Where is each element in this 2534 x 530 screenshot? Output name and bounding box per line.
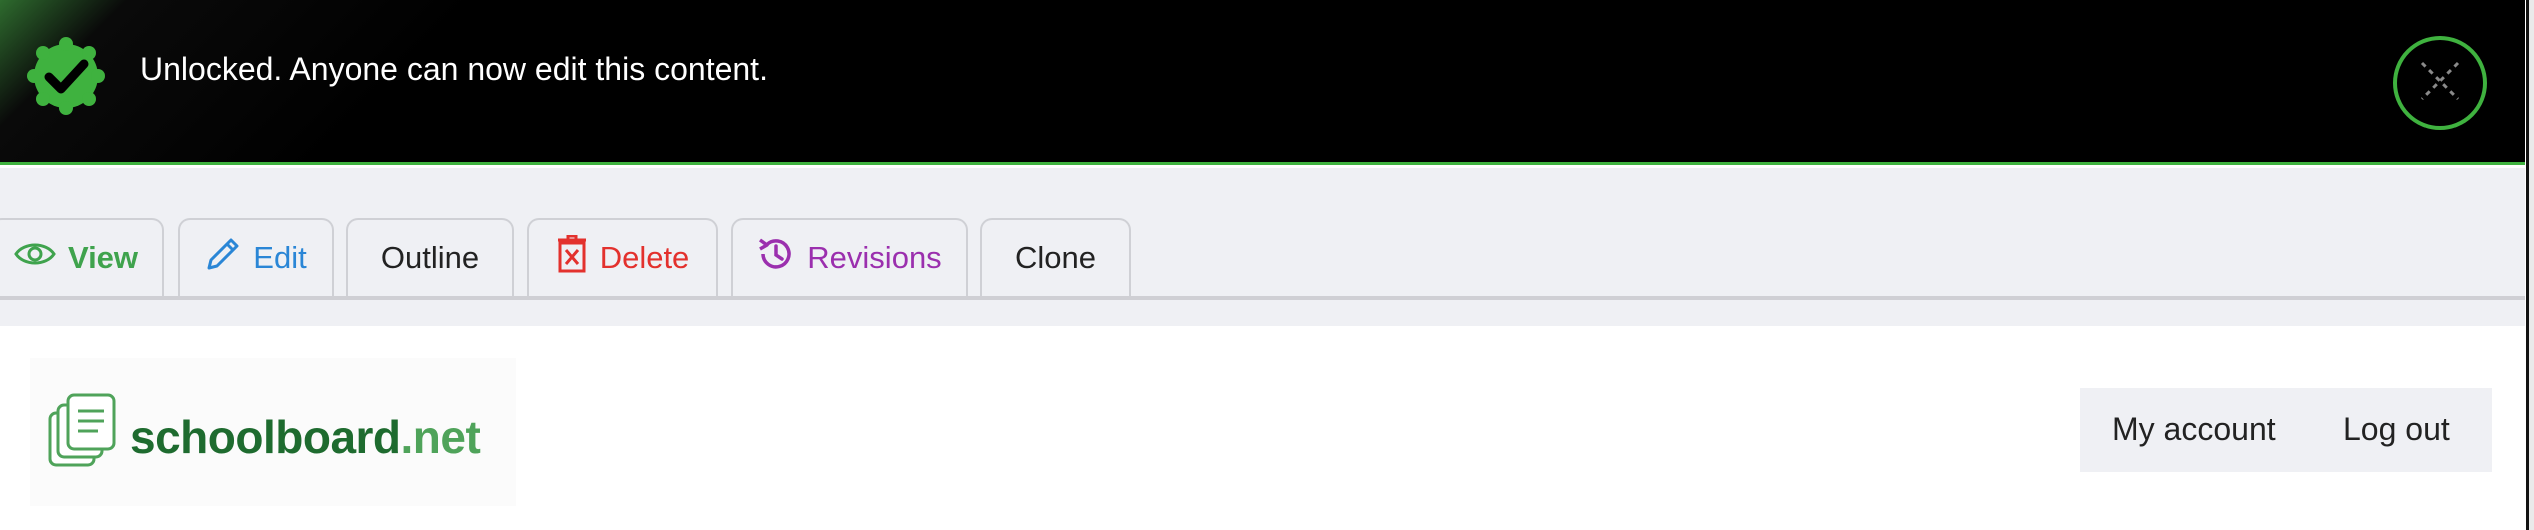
tab-label: View <box>67 240 139 275</box>
site-name-main: schoolboard <box>130 411 401 463</box>
tab-label: Clone <box>1015 240 1096 275</box>
close-message-button[interactable] <box>2393 36 2487 130</box>
tab-label: Edit <box>253 240 307 275</box>
tab-revisions[interactable]: Revisions <box>731 218 968 296</box>
status-message-text: Unlocked. Anyone can now edit this conte… <box>140 51 768 87</box>
my-account-link[interactable]: My account <box>2112 411 2276 448</box>
history-icon <box>757 235 807 281</box>
account-menu: My account Log out <box>2080 388 2492 472</box>
tabs-divider <box>0 296 2525 300</box>
window-border <box>2526 0 2529 530</box>
tab-label: Revisions <box>807 240 942 275</box>
tab-outline[interactable]: Outline <box>346 218 514 296</box>
check-badge-icon <box>26 36 106 116</box>
tab-edit[interactable]: Edit <box>178 218 334 296</box>
tab-delete[interactable]: Delete <box>527 218 718 296</box>
eye-icon <box>14 240 68 276</box>
tab-label: Outline <box>380 240 480 275</box>
site-logo[interactable]: schoolboard.net <box>30 358 516 506</box>
tab-label: Delete <box>599 240 690 275</box>
status-message-banner: Unlocked. Anyone can now edit this conte… <box>0 0 2525 165</box>
pencil-icon <box>205 236 253 280</box>
site-name-tld: .net <box>400 411 481 463</box>
log-out-link[interactable]: Log out <box>2343 411 2450 448</box>
documents-icon <box>46 393 120 476</box>
close-icon <box>2418 59 2462 108</box>
site-name: schoolboard.net <box>130 410 481 464</box>
tab-view[interactable]: View <box>0 218 164 296</box>
tab-clone[interactable]: Clone <box>980 218 1131 296</box>
trash-icon <box>556 234 600 281</box>
